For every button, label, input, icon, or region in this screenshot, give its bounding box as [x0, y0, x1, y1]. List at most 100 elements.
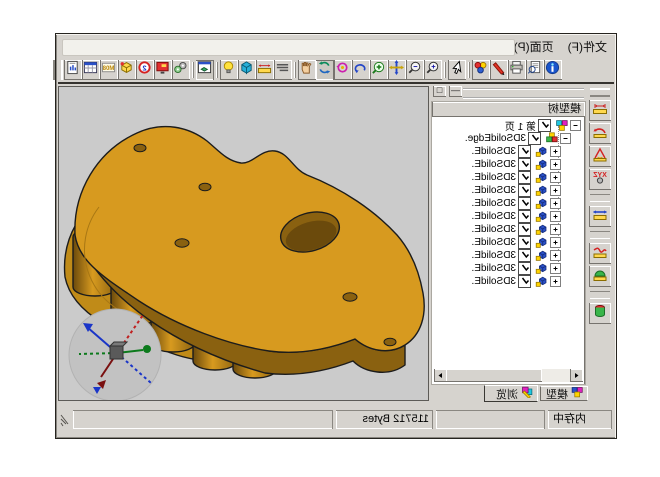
tree-row[interactable]: 3DSolidEdge.	[434, 132, 583, 145]
tree-horizontal-scrollbar[interactable]	[434, 369, 583, 382]
tree-item-label[interactable]: 3DSolidE.	[472, 185, 516, 196]
measure-length-button[interactable]	[590, 100, 612, 121]
document-report-button[interactable]	[64, 60, 82, 80]
tree-item-label[interactable]: 3DSolidE.	[472, 198, 516, 209]
dynamic-zoom-button[interactable]	[370, 60, 388, 80]
tree-row[interactable]: 3DSolidE.	[434, 275, 583, 288]
tree-row[interactable]: 3DSolidE.	[434, 171, 583, 184]
expand-icon[interactable]	[550, 211, 561, 222]
expand-icon[interactable]	[550, 224, 561, 235]
collapse-icon[interactable]	[570, 120, 581, 131]
tree-item-label[interactable]: 3DSolidE.	[472, 237, 516, 248]
spin-view-button[interactable]	[352, 60, 370, 80]
resize-grip[interactable]	[60, 411, 70, 427]
tree-item-label[interactable]: 3DSolidE.	[472, 146, 516, 157]
measure-toolbar-grip[interactable]	[591, 88, 611, 97]
expand-icon[interactable]	[550, 237, 561, 248]
tree-item-label[interactable]: 3DSolidE.	[472, 172, 516, 183]
about-button[interactable]	[544, 60, 562, 80]
hand-pan-button[interactable]	[298, 60, 316, 80]
expand-icon[interactable]	[550, 185, 561, 196]
tree-row[interactable]: 3DSolidE.	[434, 223, 583, 236]
zoom-in-button[interactable]	[424, 60, 442, 80]
collapse-icon[interactable]	[560, 133, 571, 144]
measure-volume-button[interactable]	[590, 303, 612, 324]
measure-distance-button[interactable]	[590, 206, 612, 227]
tree-row[interactable]: 3DSolidE.	[434, 236, 583, 249]
tree-row[interactable]: 3DSolidE.	[434, 210, 583, 223]
scroll-right-button[interactable]	[434, 369, 447, 382]
measure-radius-button[interactable]	[590, 123, 612, 144]
macro-m08-button[interactable]: M08	[100, 60, 118, 80]
tree-row[interactable]: 第 1 页	[434, 119, 583, 132]
appearance-palette-button[interactable]	[472, 60, 490, 80]
tree-row[interactable]: 3DSolidE.	[434, 158, 583, 171]
toolbar-grip[interactable]	[53, 60, 63, 80]
dimension-button[interactable]	[256, 60, 274, 80]
visibility-checkbox[interactable]	[518, 145, 531, 158]
tree-item-label[interactable]: 3DSolidE.	[472, 263, 516, 274]
rotate-button[interactable]	[316, 60, 334, 80]
visibility-checkbox[interactable]	[518, 223, 531, 236]
measure-coordinate-button[interactable]: XYZ	[590, 169, 612, 190]
panel-grip[interactable]	[463, 88, 584, 99]
annotate-pen-button[interactable]	[490, 60, 508, 80]
visibility-checkbox[interactable]	[518, 184, 531, 197]
expand-icon[interactable]	[550, 159, 561, 170]
free-rotate-button[interactable]	[334, 60, 352, 80]
visibility-checkbox[interactable]	[518, 158, 531, 171]
visibility-checkbox[interactable]	[518, 210, 531, 223]
tree-row[interactable]: 3DSolidE.	[434, 145, 583, 158]
expand-icon[interactable]	[550, 250, 561, 261]
tree-row[interactable]: 3DSolidE.	[434, 249, 583, 262]
tree-row[interactable]: 3DSolidE.	[434, 262, 583, 275]
expand-icon[interactable]	[550, 276, 561, 287]
menu-file[interactable]: 文件(F)	[561, 36, 614, 57]
expand-icon[interactable]	[550, 198, 561, 209]
visibility-checkbox[interactable]	[518, 275, 531, 288]
tree-item-label[interactable]: 3DSolidEdge.	[465, 133, 526, 144]
tab-model[interactable]: 模型	[540, 386, 588, 401]
tree-item-label[interactable]: 3DSolidE.	[472, 224, 516, 235]
visibility-checkbox[interactable]	[518, 197, 531, 210]
viewport-window-button[interactable]	[196, 60, 214, 80]
expand-icon[interactable]	[550, 146, 561, 157]
panel-restore-button[interactable]: □	[433, 86, 446, 97]
screen-capture-button[interactable]	[154, 60, 172, 80]
viewport-3d[interactable]	[58, 86, 429, 401]
visibility-checkbox[interactable]	[518, 262, 531, 275]
scroll-left-button[interactable]	[570, 369, 583, 382]
visibility-checkbox[interactable]	[538, 119, 551, 132]
print-preview-button[interactable]	[526, 60, 544, 80]
tree-item-label[interactable]: 3DSolidE.	[472, 276, 516, 287]
select-button[interactable]	[448, 60, 466, 80]
print-button[interactable]	[508, 60, 526, 80]
visibility-checkbox[interactable]	[528, 132, 541, 145]
panel-minimize-button[interactable]: —	[449, 86, 462, 97]
visibility-checkbox[interactable]	[518, 249, 531, 262]
expand-icon[interactable]	[550, 263, 561, 274]
light-button[interactable]	[220, 60, 238, 80]
tree-item-label[interactable]: 3DSolidE.	[472, 211, 516, 222]
tree-item-label[interactable]: 3DSolidE.	[472, 250, 516, 261]
measure-angle-button[interactable]	[590, 146, 612, 167]
part-cube-button[interactable]	[118, 60, 136, 80]
layers-button[interactable]	[274, 60, 292, 80]
shaded-view-button[interactable]	[238, 60, 256, 80]
view-2-button[interactable]: 2	[136, 60, 154, 80]
visibility-checkbox[interactable]	[518, 236, 531, 249]
settings-gears-button[interactable]	[172, 60, 190, 80]
measure-area-button[interactable]	[590, 266, 612, 287]
visibility-checkbox[interactable]	[518, 171, 531, 184]
zoom-out-button[interactable]	[406, 60, 424, 80]
tab-browse[interactable]: 浏览	[484, 385, 538, 402]
expand-icon[interactable]	[550, 172, 561, 183]
tree-item-label[interactable]: 3DSolidE.	[472, 159, 516, 170]
pan-button[interactable]	[388, 60, 406, 80]
measure-curve-button[interactable]	[590, 243, 612, 264]
tree-item-label[interactable]: 第 1 页	[505, 118, 536, 133]
scrollbar-thumb[interactable]	[445, 369, 542, 382]
table-view-button[interactable]	[82, 60, 100, 80]
tree-row[interactable]: 3DSolidE.	[434, 184, 583, 197]
tree-row[interactable]: 3DSolidE.	[434, 197, 583, 210]
